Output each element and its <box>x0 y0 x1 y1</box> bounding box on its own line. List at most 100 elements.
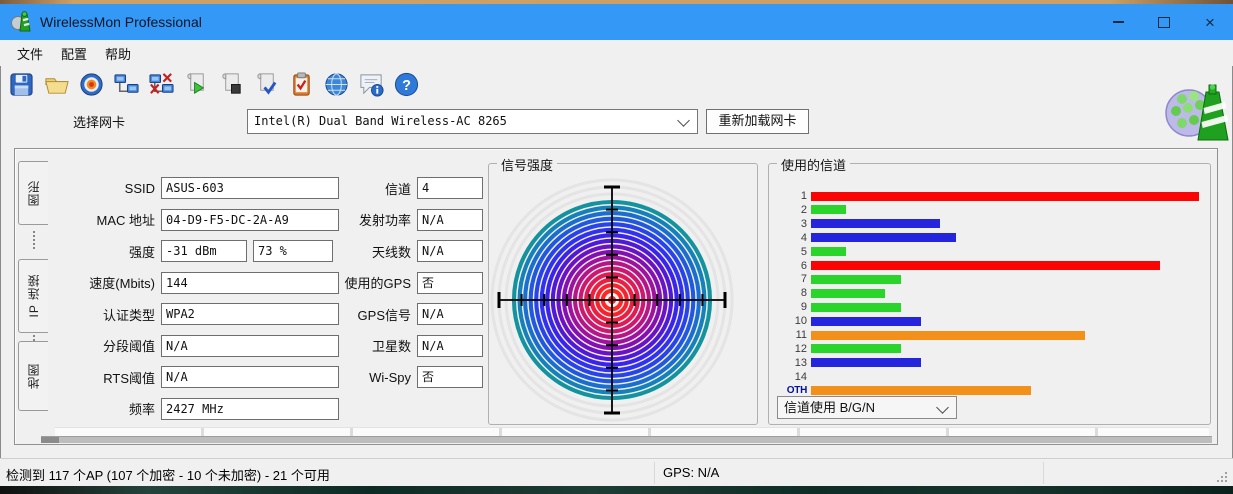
form-row: 分段阈值 N/A <box>33 334 339 357</box>
channel-use-combobox[interactable]: 信道使用 B/G/N <box>777 396 957 419</box>
script-check-icon <box>253 71 280 103</box>
resize-grip[interactable] <box>1217 472 1219 474</box>
field-label: 天线数 <box>371 244 411 260</box>
maximize-button[interactable] <box>1141 4 1187 40</box>
app-icon <box>10 11 32 33</box>
open-button[interactable] <box>41 72 71 102</box>
summary-panel: 图形 IP 连接 地图 SSID ASUS-603 MAC 地址 04-D9-F5-DC-… <box>14 148 1218 445</box>
scrollbar-thumb[interactable] <box>41 437 59 443</box>
field-value-box: -31 dBm <box>161 240 247 262</box>
field-label: 速度(Mbits) <box>89 276 155 291</box>
channel-label: 4 <box>800 231 807 244</box>
adapter-label: 选择网卡 <box>73 115 126 130</box>
run-log-button[interactable] <box>181 72 211 102</box>
menu-file[interactable]: 文件 <box>8 41 52 66</box>
adapter-combobox[interactable]: Intel(R) Dual Band Wireless-AC 8265 <box>247 109 698 134</box>
disconnect-button[interactable] <box>146 72 176 102</box>
menubar: 文件 配置 帮助 <box>0 40 1233 66</box>
field-label: 认证类型 <box>102 307 155 323</box>
svg-text:?: ? <box>402 78 411 94</box>
channel-bar-row: 6 <box>777 260 1204 272</box>
form-row: 认证类型 WPA2 <box>33 303 339 325</box>
channel-label: 9 <box>800 301 807 314</box>
chevron-down-icon <box>936 401 949 414</box>
channel-usage-bar <box>811 344 901 354</box>
feedback-info-icon <box>358 71 385 103</box>
channel-bar-row: 5 <box>777 246 1204 258</box>
status-separator <box>1043 462 1044 484</box>
field-value-box: N/A <box>417 334 483 357</box>
channel-bar-row: 4 <box>777 232 1204 244</box>
verify-log-button[interactable] <box>251 72 281 102</box>
connect-button[interactable] <box>111 72 141 102</box>
help-button[interactable]: ? <box>391 72 421 102</box>
channel-label: 7 <box>800 273 807 286</box>
field-label: 使用的GPS <box>344 276 411 291</box>
chevron-down-icon <box>677 114 690 127</box>
form-row: RTS阈值 N/A <box>33 366 339 388</box>
field-label: MAC 地址 <box>96 213 155 228</box>
minimize-button[interactable] <box>1095 4 1141 40</box>
field-label: 发射功率 <box>358 213 411 228</box>
desktop-edge-bottom <box>0 486 1233 494</box>
target-button[interactable] <box>76 72 106 102</box>
channel-label: OTH <box>786 385 808 397</box>
close-button[interactable]: × <box>1187 4 1233 40</box>
channel-label: 12 <box>794 342 807 355</box>
channel-bar-row: 3 <box>777 218 1204 230</box>
channel-usage-bar <box>811 261 1160 270</box>
form-row: 强度 -31 dBm 73 % <box>33 240 333 262</box>
reload-adapters-button[interactable]: 重新加载网卡 <box>706 109 809 134</box>
network-connect-icon <box>113 71 140 103</box>
field-value-box: 04-D9-F5-DC-2A-A9 <box>161 208 339 231</box>
channel-bar-row: 12 <box>777 343 1204 355</box>
report-button[interactable] <box>286 72 316 102</box>
channel-usage-bar <box>811 316 921 326</box>
report-check-icon <box>288 71 315 103</box>
script-stop-icon <box>218 71 245 103</box>
window-controls: × <box>1095 4 1233 40</box>
channel-label: 14 <box>794 370 807 383</box>
stop-log-button[interactable] <box>216 72 246 102</box>
channel-label: 2 <box>800 203 807 216</box>
field-label: 频率 <box>128 402 155 417</box>
channel-label: 3 <box>800 217 807 230</box>
window-title: WirelessMon Professional <box>40 14 202 30</box>
menu-config[interactable]: 配置 <box>52 41 96 66</box>
save-button[interactable] <box>6 72 36 102</box>
channel-bar-row: 8 <box>777 287 1204 299</box>
form-row: 天线数 N/A <box>315 240 483 262</box>
field-label: 强度 <box>128 244 155 260</box>
channel-bar-row: 7 <box>777 273 1204 285</box>
menu-help[interactable]: 帮助 <box>96 41 140 66</box>
form-row: 卫星数 N/A <box>315 334 483 357</box>
status-bar: 检测到 117 个AP (107 个加密 - 10 个未加密) - 21 个可用… <box>0 458 1233 487</box>
script-run-icon <box>183 71 210 103</box>
status-detect-text: 检测到 117 个AP (107 个加密 - 10 个未加密) - 21 个可用 <box>6 468 330 483</box>
field-label: SSID <box>124 180 155 196</box>
web-button[interactable] <box>321 72 351 102</box>
feedback-button[interactable] <box>356 72 386 102</box>
horizontal-scrollbar[interactable] <box>41 436 1212 443</box>
channel-use-selected-value: 信道使用 B/G/N <box>784 400 876 415</box>
save-icon <box>8 71 35 103</box>
target-icon <box>78 71 105 103</box>
field-value-box: 否 <box>417 271 483 294</box>
channel-usage-bar <box>811 205 846 215</box>
channel-use-title: 使用的信道 <box>777 155 851 174</box>
field-label: 卫星数 <box>371 339 411 354</box>
field-label: RTS阈值 <box>103 370 155 386</box>
channel-usage-bar <box>811 386 1031 396</box>
field-value-box: N/A <box>417 303 483 325</box>
channel-usage-bar <box>811 330 1085 340</box>
channel-label: 13 <box>794 356 807 369</box>
channel-bar-row: 14 <box>777 371 1204 383</box>
form-row: 信道 4 <box>315 177 483 199</box>
close-icon: × <box>1205 12 1215 32</box>
help-icon: ? <box>393 71 420 103</box>
field-value-box: N/A <box>417 208 483 231</box>
form-row: GPS信号 N/A <box>315 303 483 325</box>
channel-usage-bar <box>811 219 940 229</box>
channel-bar-row: 1 <box>777 190 1204 202</box>
field-value-box: N/A <box>161 366 339 388</box>
